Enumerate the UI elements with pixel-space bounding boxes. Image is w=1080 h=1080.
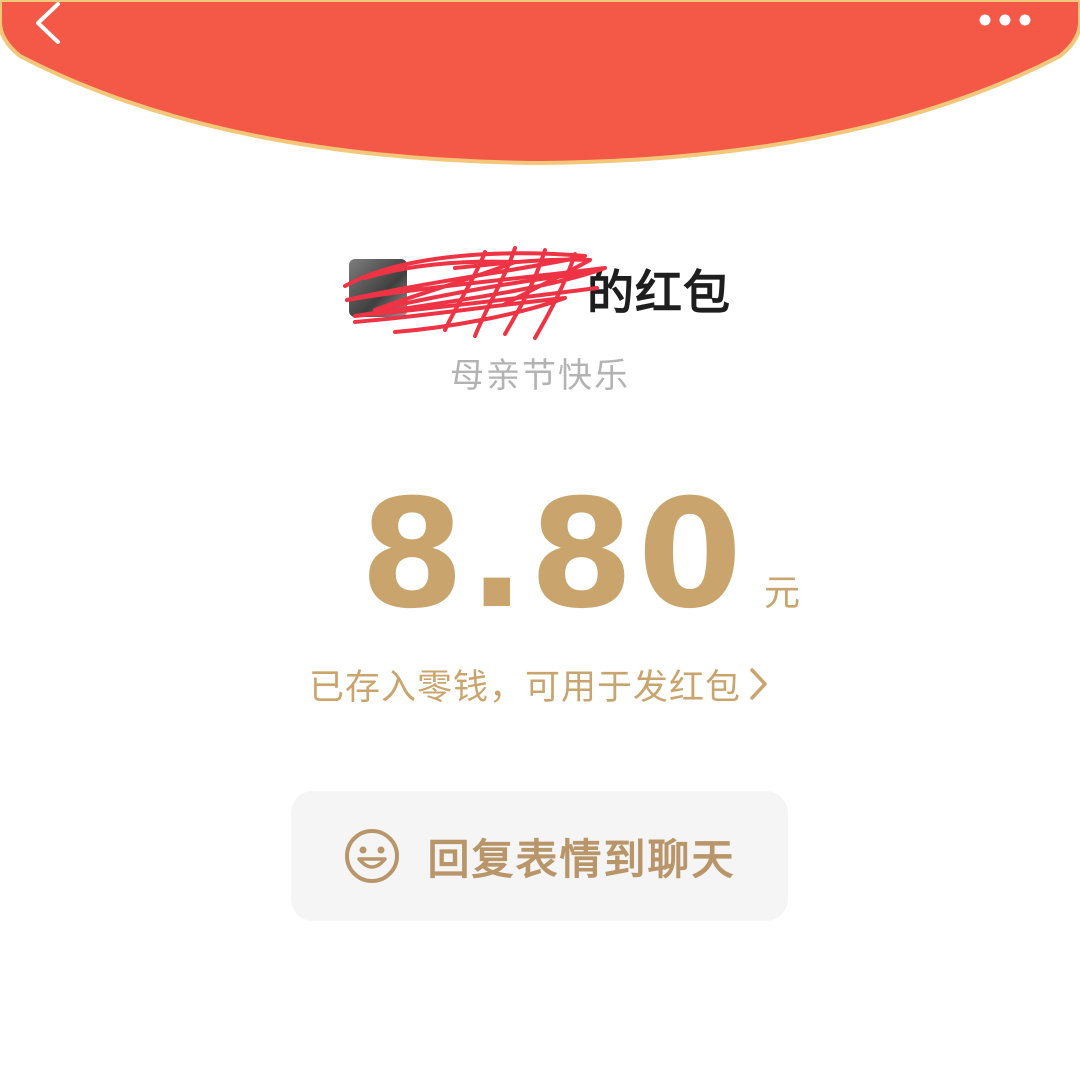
smile-icon <box>345 829 400 883</box>
amount-unit: 元 <box>764 573 801 614</box>
chevron-right-icon <box>750 668 767 700</box>
sender-info: 的红包 <box>343 238 731 340</box>
change-status-text: 已存入零钱，可用于发红包 <box>308 667 741 708</box>
reply-sticker-label: 回复表情到聊天 <box>427 834 736 884</box>
red-packet-detail-page: 的红包 母亲节快乐 8.80 元 已存入零钱，可用于发红包 回复表情到聊天 <box>0 0 1080 1080</box>
sender-name-suffix: 的红包 <box>587 265 731 321</box>
more-dots-icon <box>979 14 1031 26</box>
back-button[interactable] <box>22 0 82 50</box>
more-options-button[interactable] <box>972 2 1042 38</box>
reply-sticker-button[interactable]: 回复表情到聊天 <box>291 791 788 921</box>
change-status-link[interactable]: 已存入零钱，可用于发红包 <box>0 656 1080 712</box>
amount-value: 8.80 <box>359 468 747 642</box>
greeting-text: 母亲节快乐 <box>450 356 630 396</box>
chevron-left-icon <box>36 2 60 44</box>
amount-row: 8.80 元 <box>0 470 1080 630</box>
sender-avatar <box>349 259 407 317</box>
red-packet-header <box>0 0 1080 166</box>
sender-row: 的红包 <box>0 238 1080 340</box>
